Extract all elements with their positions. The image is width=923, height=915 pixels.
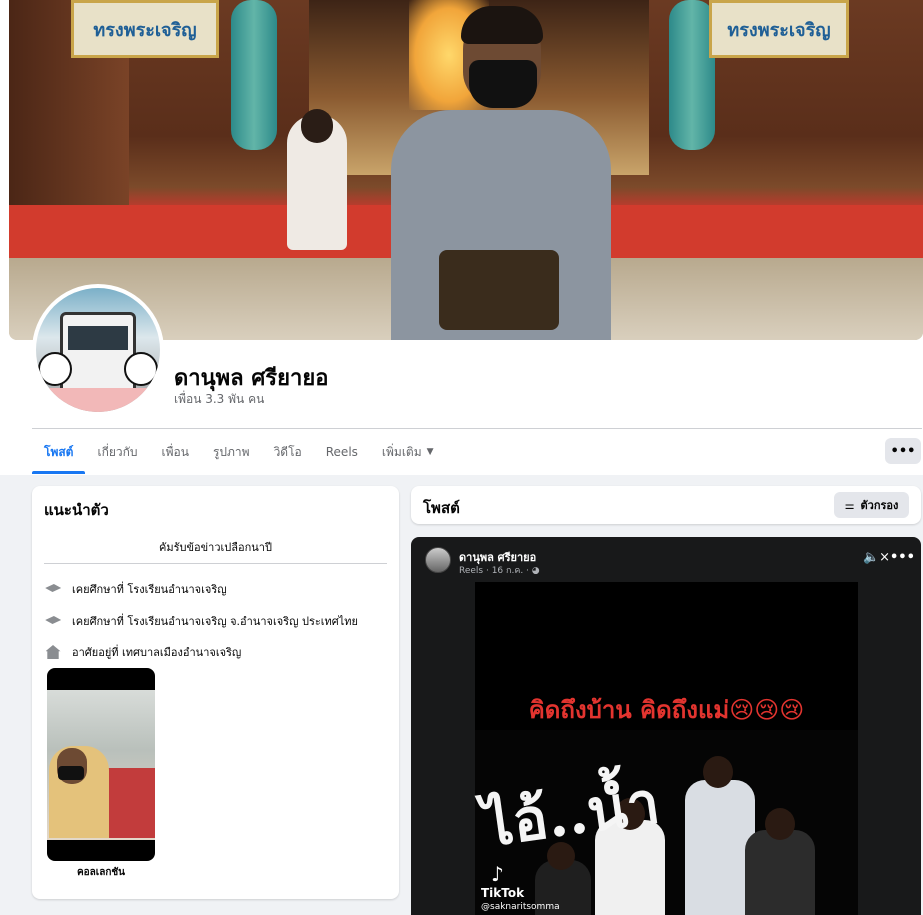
profile-tabs: โพสต์ เกี่ยวกับ เพื่อน รูปภาพ วิดีโอ Ree… [32,430,446,474]
tab-friends[interactable]: เพื่อน [150,430,201,474]
profile-header: ทรงพระเจริญ ทรงพระเจริญ ดานุพล ศรียายอ เ… [0,0,923,475]
home-icon [44,645,62,659]
intro-title: แนะนำตัว [44,501,109,519]
cover-standing-person [391,6,611,340]
filter-sliders-icon: ⚌ [844,498,855,512]
posts-header: โพสต์ ⚌ ตัวกรอง [411,486,921,524]
reel-video[interactable]: คิดถึงบ้าน คิดถึงแม่😢😢😢 ไอ้..น้ำ ♪ TikTo… [475,582,858,915]
tab-reels[interactable]: Reels [314,430,370,474]
intro-card: แนะนำตัว คัมรับข้อข่าวเปลือกนาปี เคยศึกษ… [32,486,399,899]
friends-count[interactable]: เพื่อน 3.3 พัน คน [174,390,264,409]
cover-banner-right: ทรงพระเจริญ [709,0,849,58]
cover-naga-pillar-left [231,0,277,150]
tab-more[interactable]: เพิ่มเติม ▼ [370,430,446,474]
tiktok-handle: @saknaritsomma [481,902,560,912]
cover-sitting-person [287,109,347,250]
profile-avatar[interactable] [32,284,164,416]
collection-label[interactable]: คอลเลกชัน [47,865,155,880]
tab-videos[interactable]: วิดีโอ [262,430,314,474]
post-more-options-icon[interactable]: ••• [890,550,915,565]
info-row-education-2: เคยศึกษาที่ โรงเรียนอำนาจเจริญ จ.อำนาจเจ… [44,612,358,630]
info-row-residence: อาศัยอยู่ที่ เทศบาลเมืองอำนาจเจริญ [44,643,241,661]
graduation-cap-icon [44,582,62,596]
header-divider [32,428,922,429]
info-row-education-1: เคยศึกษาที่ โรงเรียนอำนาจเจริญ [44,580,227,598]
cover-banner-left: ทรงพระเจริญ [71,0,219,58]
mute-icon[interactable]: 🔈× [863,550,890,565]
tiktok-note-icon: ♪ [491,862,504,886]
cover-photo[interactable]: ทรงพระเจริญ ทรงพระเจริญ [9,0,923,340]
post-author-avatar[interactable] [425,547,451,573]
graduation-cap-icon [44,614,62,628]
tab-photos[interactable]: รูปภาพ [201,430,262,474]
caret-down-icon: ▼ [426,447,434,457]
reel-caption: คิดถึงบ้าน คิดถึงแม่😢😢😢 [528,696,805,724]
tiktok-brand: TikTok [481,886,525,900]
post-meta: Reels · 16 ก.ค. · ◕ [459,566,540,576]
more-options-button[interactable]: ••• [885,438,921,464]
intro-divider [44,563,387,564]
posts-title: โพสต์ [423,499,460,517]
tab-about[interactable]: เกี่ยวกับ [85,430,149,474]
reel-post: ดานุพล ศรียายอ Reels · 16 ก.ค. · ◕ 🔈× ••… [411,537,921,915]
tab-posts[interactable]: โพสต์ [32,430,86,474]
featured-collection-thumbnail[interactable] [47,668,155,861]
filter-button[interactable]: ⚌ ตัวกรอง [834,492,909,518]
facebook-profile-page: ทรงพระเจริญ ทรงพระเจริญ ดานุพล ศรียายอ เ… [0,0,923,915]
intro-bio: คัมรับข้อข่าวเปลือกนาปี [159,541,272,554]
